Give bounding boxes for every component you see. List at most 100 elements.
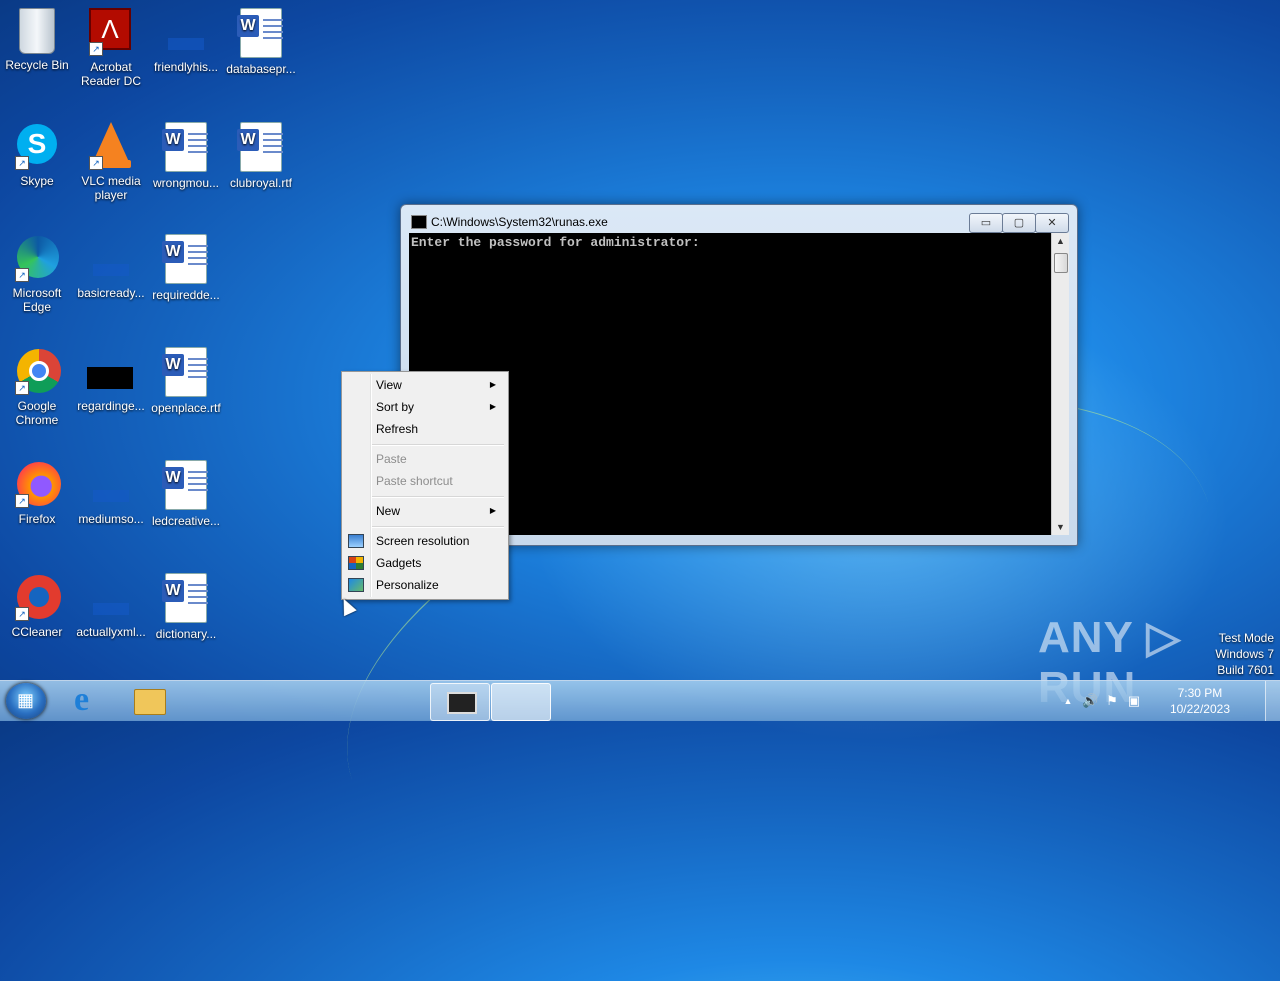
icon-label: basicready... (77, 286, 145, 300)
desktop-icon-chrome[interactable]: ↗ Google Chrome (0, 347, 74, 427)
menu-item-paste: Paste (344, 448, 506, 470)
desktop-icon-clubroyal[interactable]: clubroyal.rtf (224, 122, 298, 190)
window-title: C:\Windows\System32\runas.exe (431, 215, 608, 229)
menu-item-label: Gadgets (376, 556, 422, 570)
icon-label: actuallyxml... (76, 625, 146, 639)
menu-item-label: Paste shortcut (376, 474, 453, 488)
menu-item-label: View (376, 378, 402, 392)
icon-label: mediumso... (78, 512, 144, 526)
menu-item-new[interactable]: New ▶ (344, 500, 506, 522)
icon-label: ledcreative... (151, 514, 221, 528)
chrome-icon: ↗ (13, 347, 61, 395)
edge-icon: ↗ (13, 234, 61, 282)
test-mode-notice: Test Mode Windows 7 Build 7601 (1215, 630, 1274, 678)
menu-item-sort-by[interactable]: Sort by ▶ (344, 396, 506, 418)
desktop-icon-requiredde[interactable]: requiredde... (149, 234, 223, 302)
icon-label: Acrobat Reader DC (80, 60, 142, 88)
shortcut-arrow-icon: ↗ (15, 494, 29, 508)
personalize-icon (348, 578, 364, 592)
icon-label: Firefox (18, 512, 56, 526)
start-button[interactable] (6, 683, 46, 719)
firefox-icon: ↗ (13, 460, 61, 508)
taskbar-console-window-button[interactable] (430, 683, 490, 721)
desktop-icon-wrongmou[interactable]: wrongmou... (149, 122, 223, 190)
blank-file-icon (87, 460, 135, 508)
action-center-flag-icon[interactable]: ⚑ (1104, 693, 1120, 709)
build-number-line: Build 7601 (1217, 663, 1274, 677)
icon-label: CCleaner (11, 625, 63, 639)
desktop-icon-mediumso[interactable]: mediumso... (74, 460, 148, 526)
submenu-arrow-icon: ▶ (489, 380, 496, 389)
desktop-icon-vlc[interactable]: ↗ VLC media player (74, 122, 148, 202)
icon-label: wrongmou... (152, 176, 220, 190)
shortcut-arrow-icon: ↗ (15, 381, 29, 395)
icon-label: Google Chrome (15, 399, 59, 427)
word-document-icon (162, 347, 208, 397)
taskbar: ▲ 🔊 ⚑ ▣ 7:30 PM 10/22/2023 (0, 680, 1280, 721)
desktop-icon-friendlyhis[interactable]: friendlyhis... (149, 8, 223, 74)
taskbar-internet-explorer-icon[interactable] (60, 681, 118, 719)
clock[interactable]: 7:30 PM 10/22/2023 (1170, 685, 1230, 717)
icon-label: databasepr... (226, 62, 296, 76)
blank-file-icon (87, 573, 135, 621)
blank-file-icon (162, 8, 210, 56)
desktop-icon-skype[interactable]: S ↗ Skype (0, 122, 74, 188)
vlc-icon: ↗ (87, 122, 135, 170)
submenu-arrow-icon: ▶ (489, 506, 496, 515)
word-document-icon (237, 122, 283, 172)
scroll-down-icon[interactable]: ▼ (1052, 519, 1069, 535)
shortcut-arrow-icon: ↗ (15, 156, 29, 170)
submenu-arrow-icon: ▶ (489, 402, 496, 411)
word-document-icon (162, 234, 208, 284)
desktop-icon-ledcreative[interactable]: ledcreative... (149, 460, 223, 528)
network-icon[interactable]: ▣ (1126, 693, 1142, 709)
menu-item-personalize[interactable]: Personalize (344, 574, 506, 596)
menu-item-label: Sort by (376, 400, 415, 414)
icon-label: clubroyal.rtf (229, 176, 293, 190)
desktop-icon-ccleaner[interactable]: ↗ CCleaner (0, 573, 74, 639)
menu-item-refresh[interactable]: Refresh (344, 418, 506, 440)
icon-label: Skype (20, 174, 54, 188)
menu-item-view[interactable]: View ▶ (344, 374, 506, 396)
taskbar-blank-window-button[interactable] (491, 683, 551, 721)
vertical-scrollbar[interactable]: ▲ ▼ (1051, 233, 1069, 535)
word-document-icon (162, 122, 208, 172)
menu-item-screen-resolution[interactable]: Screen resolution (344, 530, 506, 552)
windows-version-line: Windows 7 (1215, 647, 1274, 661)
desktop-icon-actuallyxml[interactable]: actuallyxml... (74, 573, 148, 639)
desktop-icon-firefox[interactable]: ↗ Firefox (0, 460, 74, 526)
tray-expand-icon[interactable]: ▲ (1060, 693, 1076, 709)
menu-item-gadgets[interactable]: Gadgets (344, 552, 506, 574)
desktop-icon-databasepr[interactable]: databasepr... (224, 8, 298, 76)
desktop-icon-openplace[interactable]: openplace.rtf (149, 347, 223, 415)
icon-label: requiredde... (152, 288, 220, 302)
desktop-icon-edge[interactable]: ↗ Microsoft Edge (0, 234, 74, 314)
acrobat-icon: Ʌ ↗ (87, 8, 135, 56)
shortcut-arrow-icon: ↗ (15, 607, 29, 621)
desktop-icon-basicready[interactable]: basicready... (74, 234, 148, 300)
maximize-button[interactable]: ▢ (1002, 213, 1036, 233)
menu-item-paste-shortcut: Paste shortcut (344, 470, 506, 492)
menu-separator (372, 496, 504, 498)
desktop-icon-regardinge[interactable]: regardinge... (74, 347, 148, 413)
menu-item-label: New (376, 504, 401, 518)
desktop-context-menu: View ▶ Sort by ▶ Refresh Paste Paste sho… (341, 371, 509, 600)
minimize-button[interactable]: ▭ (969, 213, 1003, 233)
desktop-icon-dictionary[interactable]: dictionary... (149, 573, 223, 641)
taskbar-file-explorer-icon[interactable] (120, 683, 178, 719)
scroll-thumb[interactable] (1054, 253, 1068, 273)
recycle-bin-icon (19, 8, 55, 54)
desktop-icon-recycle-bin[interactable]: Recycle Bin (0, 8, 74, 72)
desktop-icon-acrobat[interactable]: Ʌ ↗ Acrobat Reader DC (74, 8, 148, 88)
shortcut-arrow-icon: ↗ (15, 268, 29, 282)
scroll-up-icon[interactable]: ▲ (1052, 233, 1069, 249)
test-mode-line: Test Mode (1218, 631, 1274, 645)
close-button[interactable]: ✕ (1035, 213, 1069, 233)
icon-label: Microsoft Edge (12, 286, 62, 314)
menu-item-label: Paste (376, 452, 407, 466)
icon-label: VLC media player (81, 174, 141, 202)
ccleaner-icon: ↗ (13, 573, 61, 621)
black-file-icon (87, 347, 135, 395)
show-desktop-button[interactable] (1265, 681, 1280, 721)
speaker-icon[interactable]: 🔊 (1082, 693, 1098, 709)
